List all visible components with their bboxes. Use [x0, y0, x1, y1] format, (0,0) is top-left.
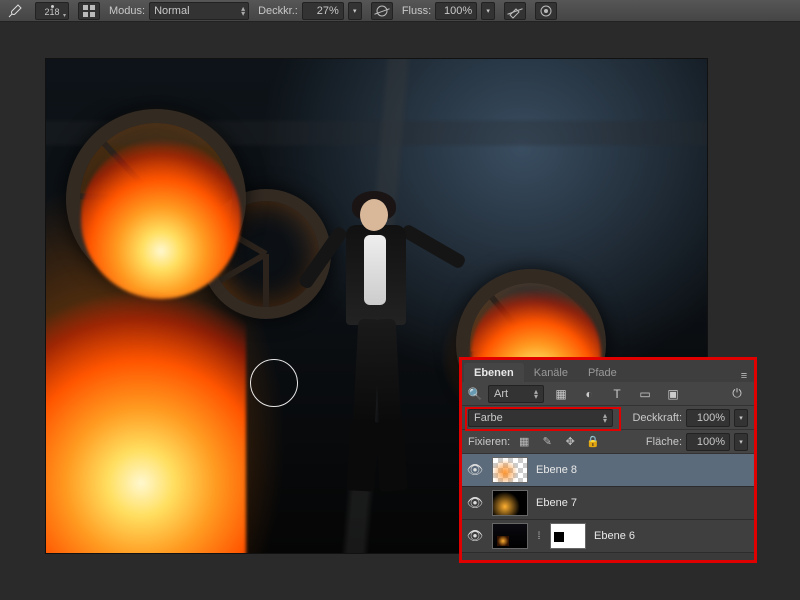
tab-paths[interactable]: Pfade [578, 363, 627, 382]
brush-preset-chip[interactable]: 218 ▾ [35, 2, 69, 20]
pressure-size-toggle[interactable] [535, 2, 557, 20]
panel-tabs: Ebenen Kanäle Pfade ≡ [462, 360, 754, 382]
flow-value: 100% [444, 5, 472, 17]
filter-adjustment-icon[interactable]: ◐ [578, 385, 600, 403]
airbrush-toggle[interactable] [504, 2, 526, 20]
tab-layers[interactable]: Ebenen [464, 363, 524, 382]
fill-label: Fläche: [646, 436, 682, 448]
pressure-opacity-toggle[interactable] [371, 2, 393, 20]
visibility-icon[interactable]: 👁 [466, 528, 484, 544]
filter-type-icon[interactable]: T [606, 385, 628, 403]
flow-input[interactable]: 100% [435, 2, 477, 20]
filter-pixel-icon[interactable]: ▦ [550, 385, 572, 403]
lock-position-icon[interactable]: ✥ [561, 435, 579, 448]
opacity-input[interactable]: 27% [302, 2, 344, 20]
filter-toggle-switch[interactable]: ⏻ [726, 385, 748, 403]
filter-shape-icon[interactable]: ▭ [634, 385, 656, 403]
lock-pixels-icon[interactable]: ✎ [538, 435, 556, 448]
layer-row[interactable]: 👁 Ebene 8 [462, 454, 754, 487]
flow-slider-toggle[interactable]: ▾ [481, 2, 495, 20]
lock-transparency-icon[interactable]: ▦ [515, 435, 533, 448]
brush-panel-toggle[interactable] [78, 2, 100, 20]
visibility-icon[interactable]: 👁 [466, 495, 484, 511]
layers-panel: Ebenen Kanäle Pfade ≡ 🔍 Art ▴▾ ▦ ◐ T ▭ ▣… [462, 360, 754, 560]
blend-mode-label: Modus: [109, 5, 145, 17]
brush-cursor-icon [250, 359, 298, 407]
fill-input[interactable]: 100% [686, 433, 730, 451]
layer-blend-mode-value: Farbe [474, 412, 503, 424]
layer-opacity-label: Deckkraft: [632, 412, 682, 424]
layer-name[interactable]: Ebene 8 [536, 464, 577, 476]
tool-options-bar: 218 ▾ Modus: Normal ▴▾ Deckkr.: 27% ▾ Fl… [0, 0, 800, 22]
layer-name[interactable]: Ebene 6 [594, 530, 635, 542]
brush-tool-icon[interactable] [4, 2, 26, 20]
blend-row: Farbe ▴▾ Deckkraft: 100% ▾ [462, 406, 754, 430]
blend-mode-select[interactable]: Normal ▴▾ [149, 2, 249, 20]
layer-mask-thumbnail[interactable] [550, 523, 586, 549]
opacity-value: 27% [317, 5, 339, 17]
lock-row: Fixieren: ▦ ✎ ✥ 🔒 Fläche: 100% ▾ [462, 430, 754, 454]
layer-blend-mode-select[interactable]: Farbe ▴▾ [468, 409, 613, 427]
layer-opacity-slider-toggle[interactable]: ▾ [734, 409, 748, 427]
panel-menu-icon[interactable]: ≡ [734, 370, 754, 382]
lock-all-icon[interactable]: 🔒 [584, 435, 602, 448]
visibility-icon[interactable]: 👁 [466, 462, 484, 478]
filter-smart-icon[interactable]: ▣ [662, 385, 684, 403]
layer-row[interactable]: 👁 Ebene 7 [462, 487, 754, 520]
layer-thumbnail[interactable] [492, 457, 528, 483]
filter-kind-select[interactable]: Art ▴▾ [488, 385, 544, 403]
layer-name[interactable]: Ebene 7 [536, 497, 577, 509]
blend-mode-value: Normal [154, 5, 189, 17]
layer-opacity-input[interactable]: 100% [686, 409, 730, 427]
opacity-label: Deckkr.: [258, 5, 298, 17]
fill-slider-toggle[interactable]: ▾ [734, 433, 748, 451]
layer-list: 👁 Ebene 8 👁 Ebene 7 👁 ⁞ Ebene 6 [462, 454, 754, 560]
opacity-slider-toggle[interactable]: ▾ [348, 2, 362, 20]
lock-label: Fixieren: [468, 436, 510, 448]
layer-thumbnail[interactable] [492, 490, 528, 516]
layer-filter-row: 🔍 Art ▴▾ ▦ ◐ T ▭ ▣ ⏻ [462, 382, 754, 406]
tab-channels[interactable]: Kanäle [524, 363, 578, 382]
flow-label: Fluss: [402, 5, 431, 17]
search-kind-icon[interactable]: 🔍 [468, 385, 482, 403]
brush-size-value: 218 [44, 8, 59, 17]
layer-thumbnail[interactable] [492, 523, 528, 549]
link-icon: ⁞ [536, 531, 542, 542]
layer-row[interactable]: 👁 ⁞ Ebene 6 [462, 520, 754, 553]
